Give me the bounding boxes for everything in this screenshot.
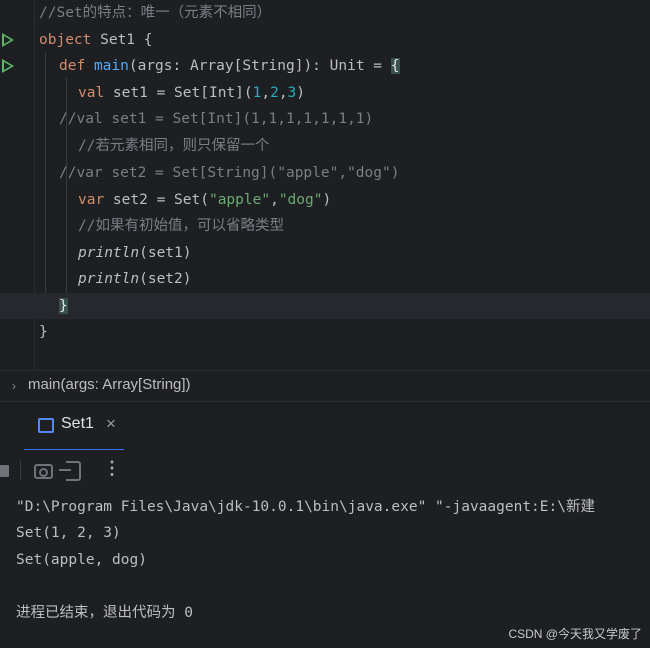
- code-text: var set2 = Set("apple","dog"): [78, 187, 331, 213]
- code-token: //如果有初始值，可以省略类型: [78, 218, 284, 234]
- code-token: //var set2 = Set[String]("apple","dog"): [59, 165, 400, 181]
- code-token: ): [322, 192, 332, 208]
- console-icon: [38, 418, 54, 433]
- code-token: println: [78, 245, 140, 261]
- code-token: //Set的特点：唯一（元素不相同）: [39, 5, 272, 21]
- code-line-5[interactable]: //val set1 = Set[Int](1,1,1,1,1,1,1): [0, 106, 650, 132]
- code-line-1[interactable]: //Set的特点：唯一（元素不相同）: [0, 0, 650, 26]
- breadcrumb[interactable]: › main(args: Array[String]): [0, 370, 650, 401]
- code-token: (set2): [139, 271, 192, 287]
- code-token: set2 = Set(: [104, 192, 209, 208]
- code-token: (args: Array[String]): Unit =: [128, 58, 391, 74]
- code-text: object Set1 {: [39, 27, 153, 53]
- camera-icon[interactable]: [34, 464, 53, 479]
- code-line-9[interactable]: //如果有初始值，可以省略类型: [0, 213, 650, 239]
- run-toolbar: ⋮: [0, 450, 650, 490]
- code-line-13[interactable]: }: [0, 319, 650, 345]
- code-text: println(set2): [78, 266, 192, 292]
- code-token: val: [78, 85, 105, 101]
- code-token: 2: [270, 85, 279, 101]
- code-text: }: [39, 319, 48, 345]
- code-token: set1 = Set[Int](: [104, 85, 253, 101]
- tab-label: Set1: [61, 415, 94, 432]
- console-line: 进程已结束，退出代码为 0: [16, 605, 193, 621]
- console-line: Set(apple, dog): [16, 552, 147, 568]
- code-text: }: [59, 293, 68, 319]
- code-text: println(set1): [78, 240, 192, 266]
- code-token: //若元素相同，则只保留一个: [78, 138, 270, 154]
- stop-icon[interactable]: [0, 465, 9, 477]
- chevron-right-icon: ›: [12, 379, 16, 393]
- code-line-2[interactable]: object Set1 {: [0, 27, 650, 53]
- more-options-icon[interactable]: ⋮: [103, 458, 121, 479]
- code-token: var: [78, 192, 105, 208]
- watermark: CSDN @今天我又学废了: [508, 627, 642, 641]
- code-line-8[interactable]: var set2 = Set("apple","dog"): [0, 187, 650, 213]
- code-token: def: [59, 58, 86, 74]
- code-editor[interactable]: //Set的特点：唯一（元素不相同） object Set1 { def mai…: [0, 0, 650, 370]
- breadcrumb-item[interactable]: main(args: Array[String]): [28, 376, 191, 393]
- console-line: Set(1, 2, 3): [16, 525, 121, 541]
- code-token: }: [39, 324, 48, 340]
- code-token: {: [390, 58, 400, 74]
- code-token: object: [39, 32, 92, 48]
- code-text: //如果有初始值，可以省略类型: [78, 213, 284, 239]
- code-line-6[interactable]: //若元素相同，则只保留一个: [0, 133, 650, 159]
- code-line-7[interactable]: //var set2 = Set[String]("apple","dog"): [0, 160, 650, 186]
- code-token: main: [93, 58, 129, 74]
- console-output[interactable]: "D:\Program Files\Java\jdk-10.0.1\bin\ja…: [0, 490, 650, 648]
- code-line-10[interactable]: println(set1): [0, 240, 650, 266]
- run-gutter-icon[interactable]: [2, 59, 14, 73]
- code-token: println: [78, 271, 140, 287]
- code-line-4[interactable]: val set1 = Set[Int](1,2,3): [0, 80, 650, 106]
- code-token: "dog": [278, 192, 323, 208]
- close-icon[interactable]: ×: [106, 414, 116, 434]
- code-text: //Set的特点：唯一（元素不相同）: [39, 0, 271, 26]
- code-token: }: [59, 298, 68, 314]
- code-text: //var set2 = Set[String]("apple","dog"): [59, 160, 399, 186]
- code-token: ,: [278, 85, 288, 101]
- code-token: //val set1 = Set[Int](1,1,1,1,1,1,1): [59, 111, 374, 127]
- code-text: //若元素相同，则只保留一个: [78, 133, 269, 159]
- login-icon[interactable]: [59, 461, 81, 481]
- code-text: val set1 = Set[Int](1,2,3): [78, 80, 305, 106]
- tab-set1[interactable]: Set1 ×: [24, 402, 124, 451]
- code-token: (set1): [139, 245, 192, 261]
- code-text: def main(args: Array[String]): Unit = {: [59, 53, 400, 79]
- run-tab-bar: Set1 ×: [0, 401, 650, 451]
- code-line-12[interactable]: }: [0, 293, 650, 319]
- run-gutter-icon[interactable]: [2, 33, 14, 47]
- code-token: ): [296, 85, 306, 101]
- code-line-3[interactable]: def main(args: Array[String]): Unit = {: [0, 53, 650, 79]
- code-token: Set1 {: [91, 32, 153, 48]
- code-token: ,: [261, 85, 271, 101]
- console-line: "D:\Program Files\Java\jdk-10.0.1\bin\ja…: [16, 499, 595, 515]
- code-line-11[interactable]: println(set2): [0, 266, 650, 292]
- toolbar-divider: [20, 460, 21, 480]
- code-token: ,: [270, 192, 279, 208]
- code-token: "apple": [208, 192, 271, 208]
- code-token: 3: [287, 85, 297, 101]
- code-text: //val set1 = Set[Int](1,1,1,1,1,1,1): [59, 106, 373, 132]
